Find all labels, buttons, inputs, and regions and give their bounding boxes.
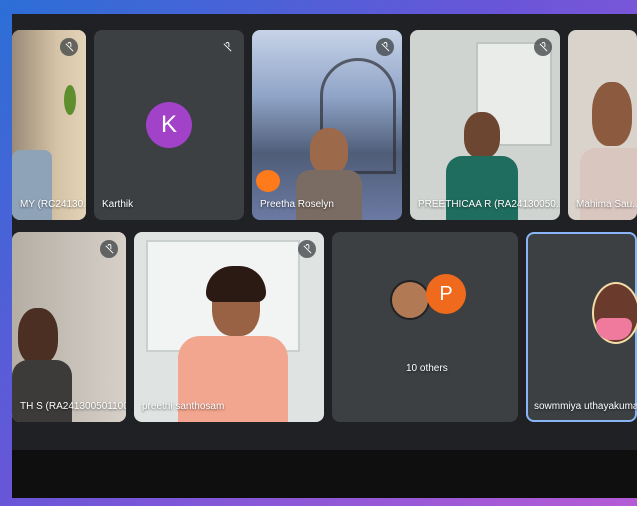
participant-name: Preetha Roselyn	[260, 199, 334, 210]
participant-face	[18, 308, 58, 364]
others-count: 10 others	[406, 363, 448, 374]
pumpkin-decoration	[256, 170, 280, 192]
participant-avatar	[390, 280, 430, 320]
participant-name: TH S (RA2413005011002)	[20, 401, 126, 412]
participant-name: MY (RC24130...	[20, 199, 86, 210]
participant-tile[interactable]: PREETHICAA R (RA24130050...	[410, 30, 560, 220]
participant-body	[12, 360, 72, 422]
participant-tile[interactable]: K Karthik	[94, 30, 244, 220]
participant-name: preethi santhosam	[142, 401, 225, 412]
participant-avatar: P	[426, 274, 466, 314]
participant-face	[592, 82, 632, 146]
participant-avatar-shirt	[596, 318, 632, 340]
participant-avatar: K	[146, 102, 192, 148]
participant-tile[interactable]: Mahima Sau...	[568, 30, 637, 220]
participant-face	[464, 112, 500, 158]
mic-off-icon	[298, 240, 316, 258]
participant-body	[446, 156, 518, 220]
participant-name: PREETHICAA R (RA24130050...	[418, 199, 560, 210]
participant-name: sowmmiya uthayakumar	[534, 401, 637, 412]
mic-off-icon	[100, 240, 118, 258]
participant-body	[296, 170, 362, 220]
others-tile[interactable]: P 10 others	[332, 232, 518, 422]
meeting-grid: MY (RC24130... K Karthik Preetha Roselyn…	[12, 14, 637, 498]
participant-name: Karthik	[102, 199, 134, 210]
participant-tile[interactable]: sowmmiya uthayakumar	[526, 232, 637, 422]
mic-off-icon	[376, 38, 394, 56]
mic-off-icon	[218, 38, 236, 56]
participant-tile[interactable]: MY (RC24130...	[12, 30, 86, 220]
mic-off-icon	[534, 38, 552, 56]
bottom-controls-bar	[12, 450, 637, 498]
plant-decoration	[64, 85, 76, 115]
participant-name: Mahima Sau...	[576, 199, 637, 210]
mic-off-icon	[60, 38, 78, 56]
participant-tile[interactable]: Preetha Roselyn	[252, 30, 402, 220]
participant-face	[310, 128, 348, 174]
participant-tile[interactable]: preethi santhosam	[134, 232, 324, 422]
participant-tile[interactable]: TH S (RA2413005011002)	[12, 232, 126, 422]
